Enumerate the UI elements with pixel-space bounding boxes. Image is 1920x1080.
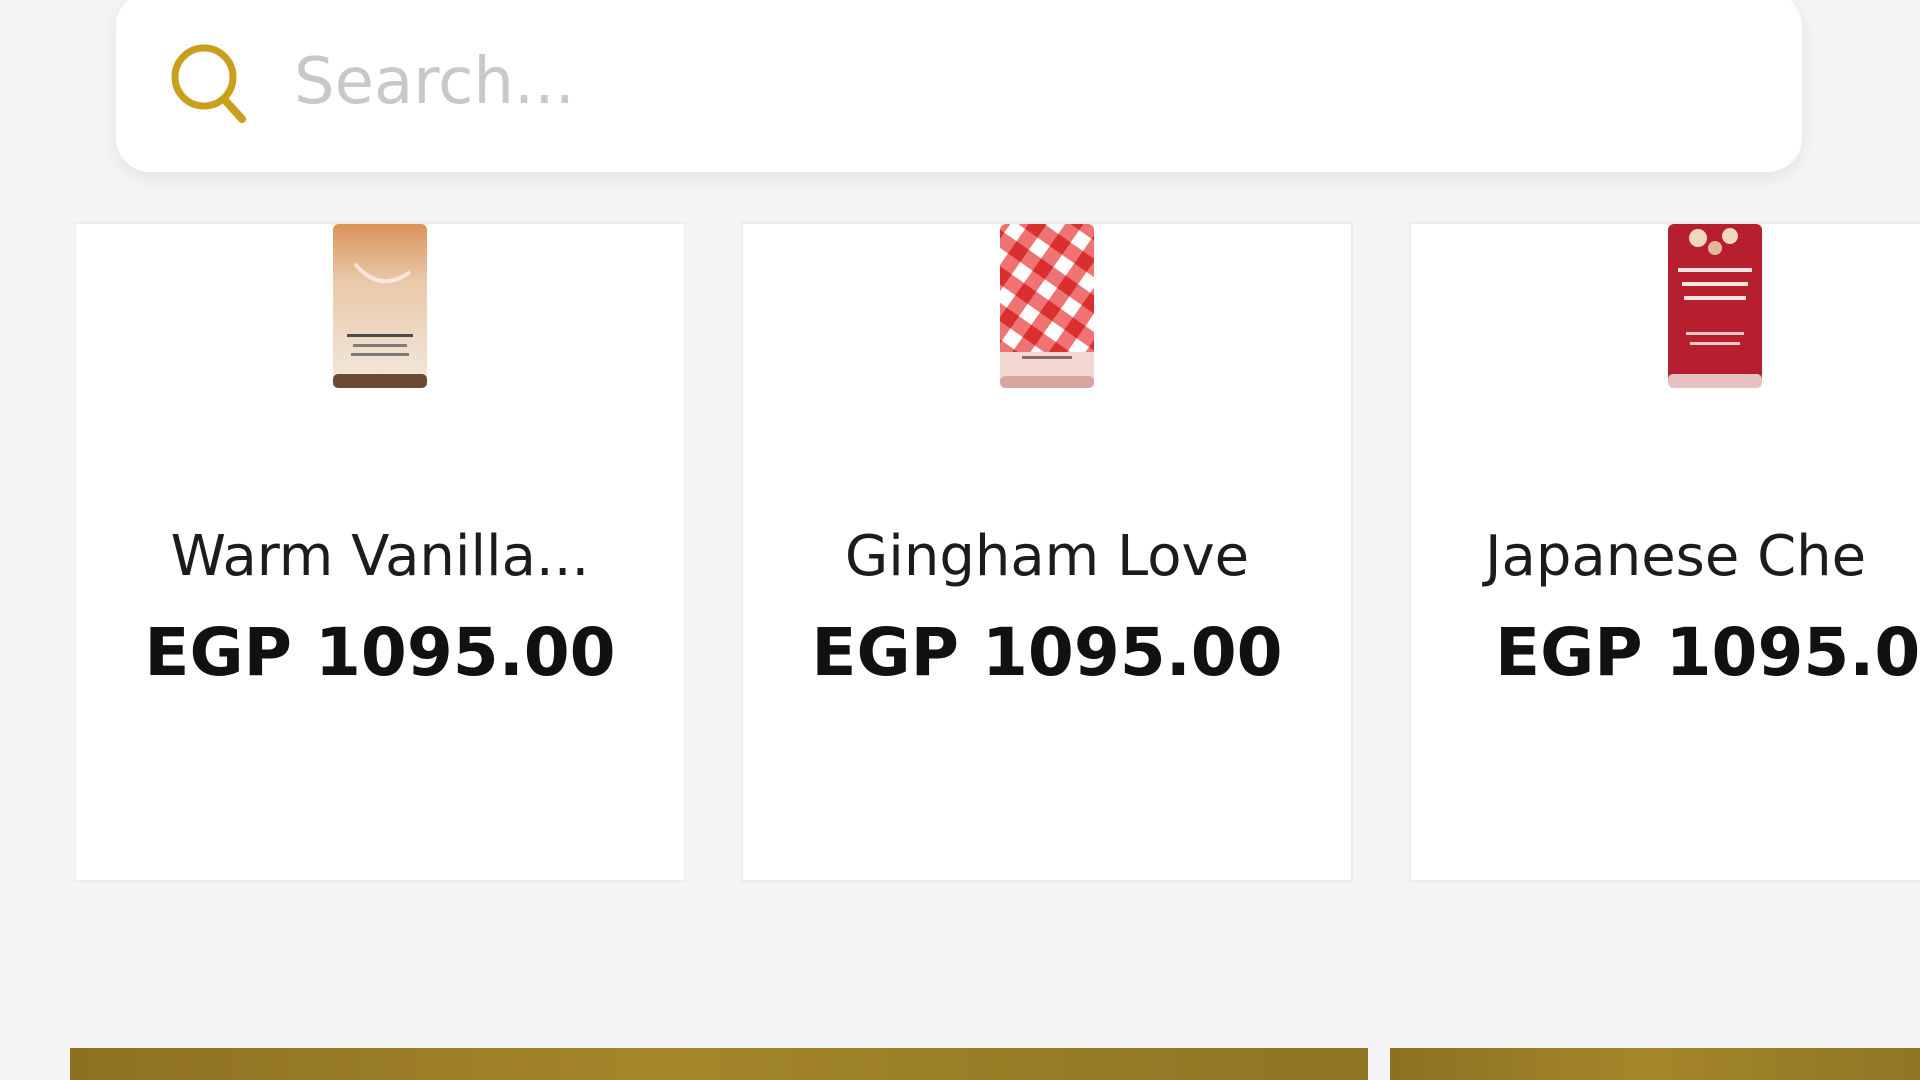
fragrance-mist-bottle-icon[interactable]	[992, 224, 1102, 394]
product-listing-page: Warm Vanilla... EGP 1095.00 Gingham Love…	[0, 0, 1920, 1080]
search-icon[interactable]	[166, 39, 252, 125]
search-input[interactable]	[292, 36, 1746, 128]
product-card[interactable]: Japanese Che EGP 1095.00	[1409, 222, 1920, 882]
product-name[interactable]: Japanese Che	[1485, 524, 1866, 589]
promo-banner[interactable]	[70, 1048, 1368, 1080]
fragrance-mist-bottle-icon[interactable]	[325, 224, 435, 394]
product-name[interactable]: Warm Vanilla...	[76, 524, 684, 589]
search-bar[interactable]	[116, 0, 1802, 172]
product-price: EGP 1095.00	[1495, 614, 1920, 691]
product-price: EGP 1095.00	[144, 614, 616, 691]
product-name[interactable]: Gingham Love	[743, 524, 1351, 589]
product-price: EGP 1095.00	[811, 614, 1283, 691]
product-card[interactable]: Warm Vanilla... EGP 1095.00	[74, 222, 686, 882]
promo-banner[interactable]	[1390, 1048, 1920, 1080]
fragrance-mist-bottle-icon[interactable]	[1660, 224, 1770, 394]
product-card[interactable]: Gingham Love EGP 1095.00	[741, 222, 1353, 882]
